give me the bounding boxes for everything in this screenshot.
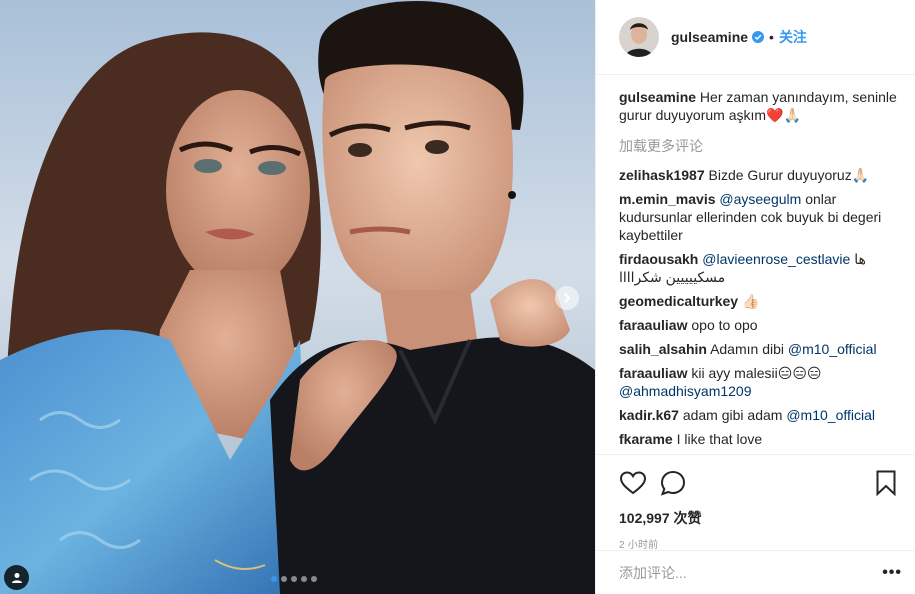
save-button[interactable] xyxy=(872,469,900,497)
bookmark-icon xyxy=(876,470,896,496)
likes-count[interactable]: 102,997 次赞 xyxy=(619,508,900,528)
comment-text: opo to opo xyxy=(691,317,758,333)
carousel-dot xyxy=(281,576,287,582)
speech-bubble-icon xyxy=(660,470,686,496)
comment-username[interactable]: faraauliaw xyxy=(619,317,687,333)
comment-text: 👍🏻 xyxy=(741,293,760,309)
comment-username[interactable]: firdaousakh xyxy=(619,251,698,267)
avatar[interactable] xyxy=(619,17,659,57)
comment-button[interactable] xyxy=(659,469,687,497)
carousel-dot xyxy=(311,576,317,582)
comment-text: Bizde Gurur duyuyoruz🙏🏻 xyxy=(708,167,870,183)
chevron-right-icon xyxy=(564,293,571,303)
comment-input[interactable] xyxy=(619,564,883,581)
comment-item: faraauliaw kii ayy malesii😑😑😑 @ahmadhisya… xyxy=(619,364,898,400)
comment-mention[interactable]: @ahmadhisyam1209 xyxy=(619,383,752,399)
comment-item: geomedicalturkey 👍🏻 xyxy=(619,292,898,310)
user-tags-button[interactable] xyxy=(4,565,29,590)
header-separator: • xyxy=(769,29,774,45)
comment-username[interactable]: faraauliaw xyxy=(619,365,687,381)
comment-item: faraauliaw opo to opo xyxy=(619,316,898,334)
post-actions: 102,997 次赞 2 小时前 xyxy=(596,454,915,551)
carousel-indicator xyxy=(271,576,317,582)
action-icons-row xyxy=(619,463,900,503)
comment-item: m.emin_mavis @ayseegulm onlar kudursunla… xyxy=(619,190,898,244)
comments-list[interactable]: gulseamine Her zaman yanındayım, seninle… xyxy=(596,76,915,454)
load-more-comments-button[interactable]: 加载更多评论 xyxy=(619,136,898,156)
post-side-panel: gulseamine • 关注 gulseamine Her zaman yan… xyxy=(595,0,915,594)
comment-text: Adamın dibi xyxy=(710,341,788,357)
comment-item: fkarame I like that love xyxy=(619,430,898,448)
post-timestamp[interactable]: 2 小时前 xyxy=(619,536,900,551)
comment-mention[interactable]: @m10_official xyxy=(786,407,875,423)
carousel-dot xyxy=(271,576,277,582)
comment-mention[interactable]: @m10_official xyxy=(788,341,877,357)
avatar-image xyxy=(619,17,659,57)
comment-username[interactable]: salih_alsahin xyxy=(619,341,707,357)
more-options-button[interactable]: ••• xyxy=(882,564,902,582)
comment-username[interactable]: kadir.k67 xyxy=(619,407,679,423)
carousel-dot xyxy=(301,576,307,582)
comment-item: firdaousakh @lavieenrose_cestlavie ها مس… xyxy=(619,250,898,286)
instagram-post: gulseamine • 关注 gulseamine Her zaman yan… xyxy=(0,0,915,594)
post-photo-area[interactable] xyxy=(0,0,595,594)
carousel-next-button[interactable] xyxy=(555,286,579,310)
comment-username[interactable]: fkarame xyxy=(619,431,673,447)
carousel-dot xyxy=(291,576,297,582)
like-button[interactable] xyxy=(619,469,647,497)
comment-mention[interactable]: @lavieenrose_cestlavie xyxy=(702,251,850,267)
heart-outline-icon xyxy=(620,471,646,495)
comment-username[interactable]: m.emin_mavis xyxy=(619,191,716,207)
comment-text: adam gibi adam xyxy=(682,407,787,423)
comment-item: salih_alsahin Adamın dibi @m10_official xyxy=(619,340,898,358)
caption-username[interactable]: gulseamine xyxy=(619,89,696,105)
post-caption: gulseamine Her zaman yanındayım, seninle… xyxy=(619,88,898,124)
verified-badge-icon xyxy=(752,31,765,43)
header-username[interactable]: gulseamine xyxy=(671,29,748,45)
comment-item: zelihask1987 Bizde Gurur duyuyoruz🙏🏻 xyxy=(619,166,898,184)
comment-mention[interactable]: @ayseegulm xyxy=(719,191,801,207)
comment-item: kadir.k67 adam gibi adam @m10_official xyxy=(619,406,898,424)
couple-selfie-photo xyxy=(0,0,595,594)
user-tag-icon xyxy=(11,572,22,583)
comment-text: I like that love xyxy=(676,431,763,447)
comment-username[interactable]: geomedicalturkey xyxy=(619,293,738,309)
add-comment-bar: ••• xyxy=(596,550,915,594)
comment-text: kii ayy malesii😑😑😑 xyxy=(691,365,822,381)
post-header: gulseamine • 关注 xyxy=(596,0,915,75)
comment-username[interactable]: zelihask1987 xyxy=(619,167,705,183)
follow-button[interactable]: 关注 xyxy=(779,27,807,47)
